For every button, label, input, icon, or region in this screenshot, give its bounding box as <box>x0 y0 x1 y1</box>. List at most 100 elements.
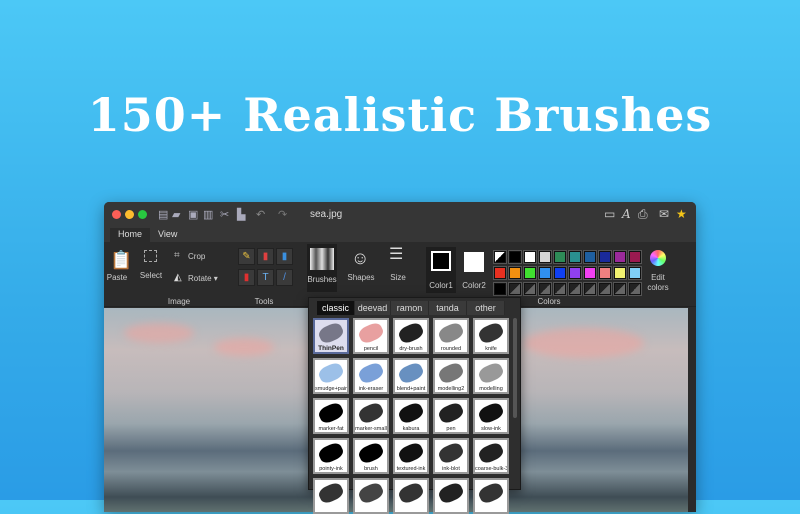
palette-swatch[interactable] <box>523 250 537 264</box>
select-button[interactable]: Select <box>138 271 164 280</box>
palette-swatch[interactable] <box>568 282 582 296</box>
vertical-scrollbar[interactable] <box>688 308 696 512</box>
palette-swatch[interactable] <box>613 282 627 296</box>
brush-item[interactable] <box>313 478 349 514</box>
zoom-button[interactable] <box>138 210 147 219</box>
line-icon[interactable]: / <box>276 269 293 286</box>
brush-item[interactable]: ThinPen <box>313 318 349 354</box>
color-wheel-icon[interactable] <box>650 250 666 266</box>
brush-item[interactable]: modelling <box>473 358 509 394</box>
palette-swatch[interactable] <box>583 250 597 264</box>
brush-item[interactable] <box>433 478 469 514</box>
new-file-icon[interactable]: ▤ <box>158 208 168 221</box>
star-icon[interactable]: ★ <box>676 207 687 221</box>
palette-swatch[interactable] <box>553 266 567 280</box>
mail-icon[interactable]: ✉ <box>659 207 669 221</box>
brush-item[interactable]: brush <box>353 438 389 474</box>
brush-tab-classic[interactable]: classic <box>317 301 355 315</box>
minimize-button[interactable] <box>125 210 134 219</box>
brush-item[interactable]: dry-brush <box>393 318 429 354</box>
brush-item[interactable] <box>473 478 509 514</box>
rotate-icon[interactable]: ◭ <box>174 272 182 283</box>
tab-view[interactable]: View <box>150 228 185 242</box>
paste-button[interactable]: Paste <box>106 273 128 282</box>
palette-swatch[interactable] <box>508 250 522 264</box>
palette-swatch[interactable] <box>613 250 627 264</box>
close-button[interactable] <box>112 210 121 219</box>
tab-home[interactable]: Home <box>110 228 151 242</box>
brush-item[interactable]: blend+paint <box>393 358 429 394</box>
brush-item[interactable]: marker-fat <box>313 398 349 434</box>
size-button[interactable]: Size <box>386 273 410 282</box>
brush-item[interactable]: coarse-bulk-3 <box>473 438 509 474</box>
palette-swatch[interactable] <box>628 266 642 280</box>
palette-swatch[interactable] <box>568 250 582 264</box>
window-mode-icon[interactable]: ▭ <box>604 207 615 221</box>
palette-swatch[interactable] <box>508 282 522 296</box>
palette-swatch[interactable] <box>493 266 507 280</box>
brush-tab-tanda[interactable]: tanda <box>429 301 467 315</box>
brush-item[interactable]: knife <box>473 318 509 354</box>
palette-swatch[interactable] <box>628 282 642 296</box>
popup-scrollbar[interactable] <box>513 318 517 418</box>
pencil-icon[interactable]: ✎ <box>238 248 255 265</box>
shapes-icon[interactable]: ☺ <box>351 248 369 269</box>
print-icon[interactable]: ⎙ <box>638 207 648 222</box>
brush-item[interactable]: smudge+paint <box>313 358 349 394</box>
paste-icon[interactable]: ▙ <box>237 208 245 221</box>
brush-item[interactable] <box>393 478 429 514</box>
redo-icon[interactable]: ↷ <box>278 208 287 221</box>
palette-swatch[interactable] <box>493 250 507 264</box>
palette-swatch[interactable] <box>598 266 612 280</box>
palette-swatch[interactable] <box>598 250 612 264</box>
text-icon[interactable]: T <box>257 269 274 286</box>
palette-swatch[interactable] <box>613 266 627 280</box>
brush-item[interactable]: kabura <box>393 398 429 434</box>
edit-colors-button[interactable]: Edit colors <box>644 273 672 293</box>
brush-item[interactable]: pointy-ink <box>313 438 349 474</box>
brush-item[interactable]: textured-ink <box>393 438 429 474</box>
select-icon[interactable] <box>144 250 157 262</box>
open-folder-icon[interactable]: ▰ <box>172 208 180 221</box>
palette-swatch[interactable] <box>538 250 552 264</box>
brush-item[interactable]: modelling2 <box>433 358 469 394</box>
palette-swatch[interactable] <box>583 282 597 296</box>
rotate-button[interactable]: Rotate ▾ <box>188 274 218 283</box>
palette-swatch[interactable] <box>523 282 537 296</box>
brush-tab-other[interactable]: other <box>467 301 505 315</box>
brush-item[interactable]: pencil <box>353 318 389 354</box>
palette-swatch[interactable] <box>568 266 582 280</box>
brush-item[interactable]: ink-eraser <box>353 358 389 394</box>
shapes-button[interactable]: Shapes <box>344 273 378 282</box>
palette-swatch[interactable] <box>523 266 537 280</box>
brushes-button[interactable] <box>307 244 337 292</box>
font-icon[interactable]: A <box>622 207 631 221</box>
crop-icon[interactable]: ⌗ <box>174 250 180 261</box>
palette-swatch[interactable] <box>628 250 642 264</box>
crop-button[interactable]: Crop <box>188 252 205 261</box>
eraser-icon[interactable]: ▮ <box>257 248 274 265</box>
brush-item[interactable]: marker-small <box>353 398 389 434</box>
brush-tab-deevad[interactable]: deevad <box>355 301 391 315</box>
save-icon[interactable]: ▣ <box>188 208 198 221</box>
fill-icon[interactable]: ▮ <box>276 248 293 265</box>
brush-tab-ramon[interactable]: ramon <box>391 301 429 315</box>
copy-icon[interactable]: ▥ <box>203 208 213 221</box>
cut-icon[interactable]: ✂ <box>220 208 229 221</box>
palette-swatch[interactable] <box>553 282 567 296</box>
palette-swatch[interactable] <box>598 282 612 296</box>
palette-swatch[interactable] <box>583 266 597 280</box>
undo-icon[interactable]: ↶ <box>256 208 265 221</box>
palette-swatch[interactable] <box>493 282 507 296</box>
brush-item[interactable]: ink-blot <box>433 438 469 474</box>
palette-swatch[interactable] <box>553 250 567 264</box>
palette-swatch[interactable] <box>538 282 552 296</box>
size-icon[interactable]: ☰ <box>389 247 403 263</box>
bucket-icon[interactable]: ▮ <box>238 269 255 286</box>
brush-item[interactable]: rounded <box>433 318 469 354</box>
paste-icon[interactable]: 📋 <box>110 250 132 271</box>
palette-swatch[interactable] <box>538 266 552 280</box>
brush-item[interactable]: pen <box>433 398 469 434</box>
color2-swatch[interactable] <box>464 252 484 272</box>
brush-item[interactable] <box>353 478 389 514</box>
